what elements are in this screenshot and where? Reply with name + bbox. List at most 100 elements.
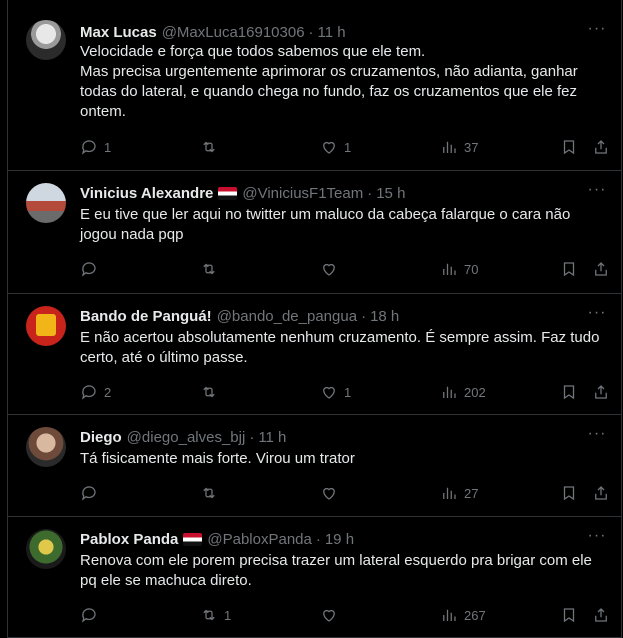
more-options-icon[interactable]: ···: [587, 21, 607, 44]
avatar[interactable]: [26, 306, 66, 346]
tweet-text: Velocidade e força que todos sabemos que…: [80, 43, 578, 120]
like-button[interactable]: [320, 606, 344, 624]
tweet-text: E eu tive que ler aqui no twitter um mal…: [80, 206, 571, 243]
like-button[interactable]: [320, 260, 344, 278]
tweet-header: Max Lucas @MaxLuca16910306 · 11 h: [80, 22, 346, 42]
view-count: 202: [464, 384, 486, 400]
views-chart-icon: [443, 386, 456, 398]
tweet-header: Bando de Panguá! @bando_de_pangua · 18 h: [80, 306, 399, 326]
author-handle[interactable]: @diego_alves_bjj: [127, 429, 246, 446]
share-button[interactable]: [592, 484, 610, 502]
author-handle[interactable]: @ViniciusF1Team: [242, 185, 363, 202]
views-chart-icon: [443, 141, 456, 153]
share-icon: [595, 486, 607, 500]
tweet-header: Vinicius Alexandre @ViniciusF1Team · 15 …: [80, 183, 405, 203]
author-name[interactable]: Vinicius Alexandre: [80, 185, 213, 202]
tweet-header: Diego @diego_alves_bjj · 11 h: [80, 427, 286, 447]
timestamp[interactable]: 18 h: [370, 308, 399, 325]
tweet-text: Tá fisicamente mais forte. Virou um trat…: [80, 450, 355, 467]
reply-icon: [81, 140, 96, 155]
heart-icon: [323, 609, 335, 622]
more-options-icon[interactable]: ···: [587, 528, 607, 551]
retweet-button[interactable]: [200, 383, 224, 401]
retweet-icon: [203, 263, 215, 275]
timestamp[interactable]: 11 h: [318, 24, 346, 41]
more-options-icon[interactable]: ···: [587, 426, 607, 449]
action-bar: 27: [80, 484, 611, 504]
author-name[interactable]: Bando de Panguá!: [80, 308, 212, 325]
reply-button[interactable]: 1: [80, 138, 111, 156]
views-button[interactable]: 202: [440, 383, 486, 401]
reply-button[interactable]: [80, 606, 104, 624]
author-handle[interactable]: @bando_de_pangua: [217, 308, 357, 325]
tweet-card[interactable]: Bando de Panguá! @bando_de_pangua · 18 h…: [8, 294, 621, 415]
heart-icon: [323, 263, 335, 276]
like-button[interactable]: [320, 484, 344, 502]
views-chart-icon: [443, 609, 456, 621]
timestamp[interactable]: 15 h: [376, 185, 405, 202]
timestamp[interactable]: 19 h: [325, 531, 354, 548]
tweet-text: E não acertou absolutamente nenhum cruza…: [80, 329, 600, 366]
views-button[interactable]: 27: [440, 484, 478, 502]
author-name[interactable]: Diego: [80, 429, 122, 446]
heart-icon: [323, 141, 335, 154]
share-button[interactable]: [592, 606, 610, 624]
author-handle[interactable]: @PabloxPanda: [207, 531, 311, 548]
reply-icon: [81, 262, 96, 277]
like-count: 1: [344, 139, 352, 155]
bookmark-icon: [563, 140, 575, 155]
bookmark-button[interactable]: [560, 383, 578, 401]
like-button[interactable]: 1: [320, 383, 351, 401]
retweet-button[interactable]: [200, 484, 224, 502]
flag-icon: [218, 186, 238, 200]
bookmark-button[interactable]: [560, 260, 578, 278]
reply-icon: [81, 385, 96, 400]
retweet-button[interactable]: [200, 138, 224, 156]
bookmark-button[interactable]: [560, 606, 578, 624]
share-button[interactable]: [592, 138, 610, 156]
views-chart-icon: [443, 487, 456, 499]
reply-button[interactable]: [80, 484, 104, 502]
tweet-card[interactable]: Diego @diego_alves_bjj · 11 h ··· Tá fis…: [8, 415, 621, 517]
views-button[interactable]: 267: [440, 606, 486, 624]
bookmark-button[interactable]: [560, 484, 578, 502]
retweet-icon: [203, 386, 215, 398]
share-icon: [595, 608, 607, 622]
author-handle[interactable]: @MaxLuca16910306: [162, 24, 305, 41]
logo-image: [36, 314, 56, 336]
reply-icon: [81, 486, 96, 501]
avatar[interactable]: [26, 183, 66, 223]
like-button[interactable]: 1: [320, 138, 351, 156]
avatar[interactable]: [26, 427, 66, 467]
bookmark-button[interactable]: [560, 138, 578, 156]
reply-button[interactable]: [80, 260, 104, 278]
like-count: 1: [344, 384, 352, 400]
author-name[interactable]: Max Lucas: [80, 24, 157, 41]
tweet-text: Renova com ele porem precisa trazer um l…: [80, 552, 592, 589]
avatar[interactable]: [26, 529, 66, 569]
action-bar: 1 1 37: [80, 138, 611, 158]
retweet-icon: [203, 141, 215, 153]
tweet-card[interactable]: Vinicius Alexandre @ViniciusF1Team · 15 …: [8, 171, 621, 294]
share-button[interactable]: [592, 383, 610, 401]
share-icon: [595, 140, 607, 154]
retweet-button[interactable]: [200, 260, 224, 278]
avatar[interactable]: [26, 20, 66, 60]
reply-button[interactable]: 2: [80, 383, 111, 401]
tweet-card[interactable]: Max Lucas @MaxLuca16910306 · 11 h ··· Ve…: [8, 0, 621, 171]
timestamp[interactable]: 11 h: [258, 429, 286, 446]
views-button[interactable]: 37: [440, 138, 478, 156]
more-options-icon[interactable]: ···: [587, 182, 607, 205]
separator-dot: ·: [308, 23, 314, 41]
more-options-icon[interactable]: ···: [587, 305, 607, 328]
tweet-card[interactable]: Pablox Panda @PabloxPanda · 19 h ··· Ren…: [8, 517, 621, 638]
view-count: 37: [464, 139, 479, 155]
author-name[interactable]: Pablox Panda: [80, 531, 178, 548]
separator-dot: ·: [315, 530, 321, 548]
action-bar: 2 1 202: [80, 383, 611, 403]
view-count: 267: [464, 607, 486, 623]
share-button[interactable]: [592, 260, 610, 278]
reply-icon: [81, 608, 96, 623]
retweet-button[interactable]: 1: [200, 606, 231, 624]
views-button[interactable]: 70: [440, 260, 478, 278]
